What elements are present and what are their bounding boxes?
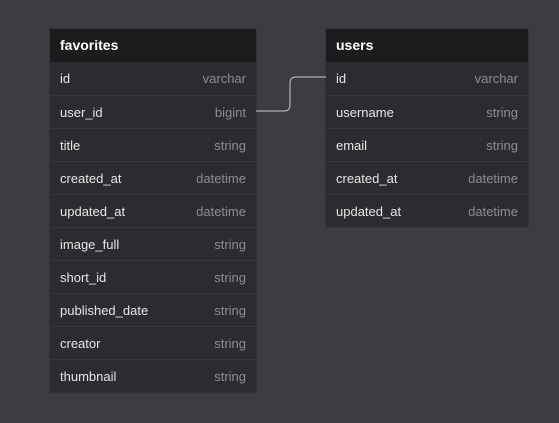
column-row-email[interactable]: email string (326, 128, 528, 161)
column-type: datetime (196, 171, 246, 186)
column-type: varchar (202, 71, 246, 86)
column-name: creator (60, 336, 101, 351)
column-type: string (214, 138, 246, 153)
column-row-updated-at[interactable]: updated_at datetime (326, 194, 528, 227)
column-name: created_at (336, 171, 398, 186)
column-name: short_id (60, 270, 107, 285)
column-type: datetime (196, 204, 246, 219)
column-type: bigint (214, 105, 246, 120)
column-row-user-id[interactable]: user_id bigint (50, 95, 256, 128)
column-row-updated-at[interactable]: updated_at datetime (50, 194, 256, 227)
column-row-short-id[interactable]: short_id string (50, 260, 256, 293)
column-row-title[interactable]: title string (50, 128, 256, 161)
column-name: user_id (60, 105, 103, 120)
column-type: string (486, 138, 518, 153)
column-name: published_date (60, 303, 149, 318)
column-row-thumbnail[interactable]: thumbnail string (50, 359, 256, 392)
table-title: users (326, 29, 528, 62)
column-name: image_full (60, 237, 120, 252)
column-type: string (214, 270, 246, 285)
column-row-id[interactable]: id varchar (50, 62, 256, 95)
column-name: thumbnail (60, 369, 117, 384)
column-row-published-date[interactable]: published_date string (50, 293, 256, 326)
column-list: id varchar username string email string … (326, 62, 528, 227)
column-name: updated_at (60, 204, 126, 219)
column-type: string (486, 105, 518, 120)
column-type: string (214, 303, 246, 318)
table-title: favorites (50, 29, 256, 62)
relationship-connector[interactable] (256, 76, 326, 112)
column-name: username (336, 105, 394, 120)
column-name: created_at (60, 171, 122, 186)
table-favorites[interactable]: favorites id varchar user_id bigint titl… (50, 29, 256, 392)
column-name: email (336, 138, 368, 153)
column-row-created-at[interactable]: created_at datetime (326, 161, 528, 194)
column-list: id varchar user_id bigint title string c… (50, 62, 256, 392)
column-row-creator[interactable]: creator string (50, 326, 256, 359)
column-row-image-full[interactable]: image_full string (50, 227, 256, 260)
column-type: datetime (468, 204, 518, 219)
column-type: string (214, 237, 246, 252)
column-name: title (60, 138, 81, 153)
column-type: string (214, 369, 246, 384)
column-row-created-at[interactable]: created_at datetime (50, 161, 256, 194)
column-type: datetime (468, 171, 518, 186)
column-row-username[interactable]: username string (326, 95, 528, 128)
column-type: varchar (474, 71, 518, 86)
column-row-id[interactable]: id varchar (326, 62, 528, 95)
table-users[interactable]: users id varchar username string email s… (326, 29, 528, 227)
column-name: id (336, 71, 347, 86)
column-name: updated_at (336, 204, 402, 219)
column-name: id (60, 71, 71, 86)
column-type: string (214, 336, 246, 351)
